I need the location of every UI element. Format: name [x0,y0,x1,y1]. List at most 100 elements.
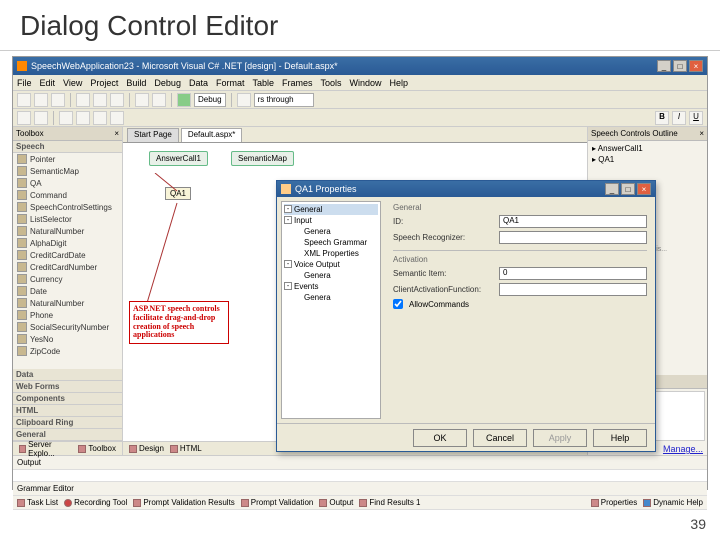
tb-date[interactable]: Date [13,285,122,297]
menu-debug[interactable]: Debug [154,78,181,88]
tb-natnum[interactable]: NaturalNumber [13,225,122,237]
id-input[interactable]: QA1 [499,215,647,228]
find-dropdown[interactable]: rs through [254,93,314,107]
dialog-tree[interactable]: -General -Input Genera Speech Grammar XM… [281,201,381,419]
minimize-button[interactable]: _ [657,60,671,72]
tab-toolbox[interactable]: Toolbox [78,444,116,453]
toolbox-cat-components[interactable]: Components [13,393,122,405]
expand-icon[interactable]: - [284,205,292,213]
config-dropdown[interactable]: Debug [194,93,226,107]
tree-voice-output[interactable]: -Voice Output [284,259,378,270]
expand-icon[interactable]: - [284,260,292,268]
menu-table[interactable]: Table [252,78,274,88]
open-icon[interactable] [34,93,48,107]
tab-output[interactable]: Output [319,498,353,507]
tab-promptval-results[interactable]: Prompt Validation Results [133,498,234,507]
speechindex-input[interactable] [499,231,647,244]
apply-button[interactable]: Apply [533,429,587,447]
tb-ccdate[interactable]: CreditCardDate [13,249,122,261]
menu-tools[interactable]: Tools [321,78,342,88]
tb-natnum2[interactable]: NaturalNumber [13,297,122,309]
tree-speech-grammar[interactable]: Speech Grammar [284,237,378,248]
new-project-icon[interactable] [17,93,31,107]
dialog-maximize[interactable]: □ [621,183,635,195]
maximize-button[interactable]: □ [673,60,687,72]
menu-format[interactable]: Format [216,78,245,88]
btn-b[interactable] [34,111,48,125]
btn-a[interactable] [17,111,31,125]
btn-c[interactable] [59,111,73,125]
tb-command[interactable]: Command [13,189,122,201]
tab-html-view[interactable]: HTML [170,444,202,453]
btn-e[interactable] [93,111,107,125]
tab-dynhelp[interactable]: Dynamic Help [643,498,703,507]
tree-input[interactable]: -Input [284,215,378,226]
tab-tasklist[interactable]: Task List [17,498,58,507]
btn-f[interactable] [110,111,124,125]
dialog-minimize[interactable]: _ [605,183,619,195]
tb-qa[interactable]: QA [13,177,122,189]
menu-help[interactable]: Help [390,78,409,88]
tree-xml-props[interactable]: XML Properties [284,248,378,259]
toolbox-cat-speech[interactable]: Speech [13,141,122,153]
start-icon[interactable] [177,93,191,107]
menu-edit[interactable]: Edit [40,78,56,88]
menu-window[interactable]: Window [350,78,382,88]
undo-icon[interactable] [135,93,149,107]
underline-icon[interactable]: U [689,111,703,125]
dialog-titlebar[interactable]: QA1 Properties _ □ × [277,181,655,197]
expand-icon[interactable]: - [284,216,292,224]
expand-icon[interactable]: - [284,282,292,290]
tab-promptval[interactable]: Prompt Validation [241,498,314,507]
menu-file[interactable]: File [17,78,32,88]
tb-currency[interactable]: Currency [13,273,122,285]
menu-project[interactable]: Project [90,78,118,88]
tab-start-page[interactable]: Start Page [127,128,179,142]
cancel-button[interactable]: Cancel [473,429,527,447]
tab-recording[interactable]: Recording Tool [64,498,127,507]
italic-icon[interactable]: I [672,111,686,125]
toolbox-cat-html[interactable]: HTML [13,405,122,417]
help-button[interactable]: Help [593,429,647,447]
semanticmap-control[interactable]: SemanticMap [231,151,294,166]
tree-input-genera[interactable]: Genera [284,226,378,237]
menu-view[interactable]: View [63,78,82,88]
bold-icon[interactable]: B [655,111,669,125]
copy-icon[interactable] [93,93,107,107]
save-icon[interactable] [51,93,65,107]
tab-properties[interactable]: Properties [591,498,637,507]
menu-frames[interactable]: Frames [282,78,313,88]
outline-qa1[interactable]: ▸ QA1 [590,154,705,165]
qa1-node[interactable]: QA1 [165,187,191,200]
cut-icon[interactable] [76,93,90,107]
tab-server-explorer[interactable]: Server Explo... [19,440,72,458]
tb-ssn[interactable]: SocialSecurityNumber [13,321,122,333]
tb-ccnum[interactable]: CreditCardNumber [13,261,122,273]
outline-answercall[interactable]: ▸ AnswerCall1 [590,143,705,154]
close-button[interactable]: × [689,60,703,72]
toolbox-cat-webforms[interactable]: Web Forms [13,381,122,393]
tb-semanticmap[interactable]: SemanticMap [13,165,122,177]
tree-general[interactable]: -General [284,204,378,215]
redo-icon[interactable] [152,93,166,107]
allowcommands-checkbox[interactable] [393,299,403,309]
tree-ev-genera[interactable]: Genera [284,292,378,303]
toolbox-cat-data[interactable]: Data [13,369,122,381]
dialog-close[interactable]: × [637,183,651,195]
tb-speechctrlset[interactable]: SpeechControlSettings [13,201,122,213]
tree-vo-genera[interactable]: Genera [284,270,378,281]
tb-pointer[interactable]: Pointer [13,153,122,165]
paste-icon[interactable] [110,93,124,107]
ok-button[interactable]: OK [413,429,467,447]
find-icon[interactable] [237,93,251,107]
tab-findresults[interactable]: Find Results 1 [359,498,420,507]
btn-d[interactable] [76,111,90,125]
semanticitem-input[interactable]: 0 [499,267,647,280]
tree-events[interactable]: -Events [284,281,378,292]
tb-zipcode[interactable]: ZipCode [13,345,122,357]
answercall-control[interactable]: AnswerCall1 [149,151,208,166]
tab-default-aspx[interactable]: Default.aspx* [181,128,243,142]
tb-yesno[interactable]: YesNo [13,333,122,345]
tb-phone[interactable]: Phone [13,309,122,321]
tb-listselector[interactable]: ListSelector [13,213,122,225]
